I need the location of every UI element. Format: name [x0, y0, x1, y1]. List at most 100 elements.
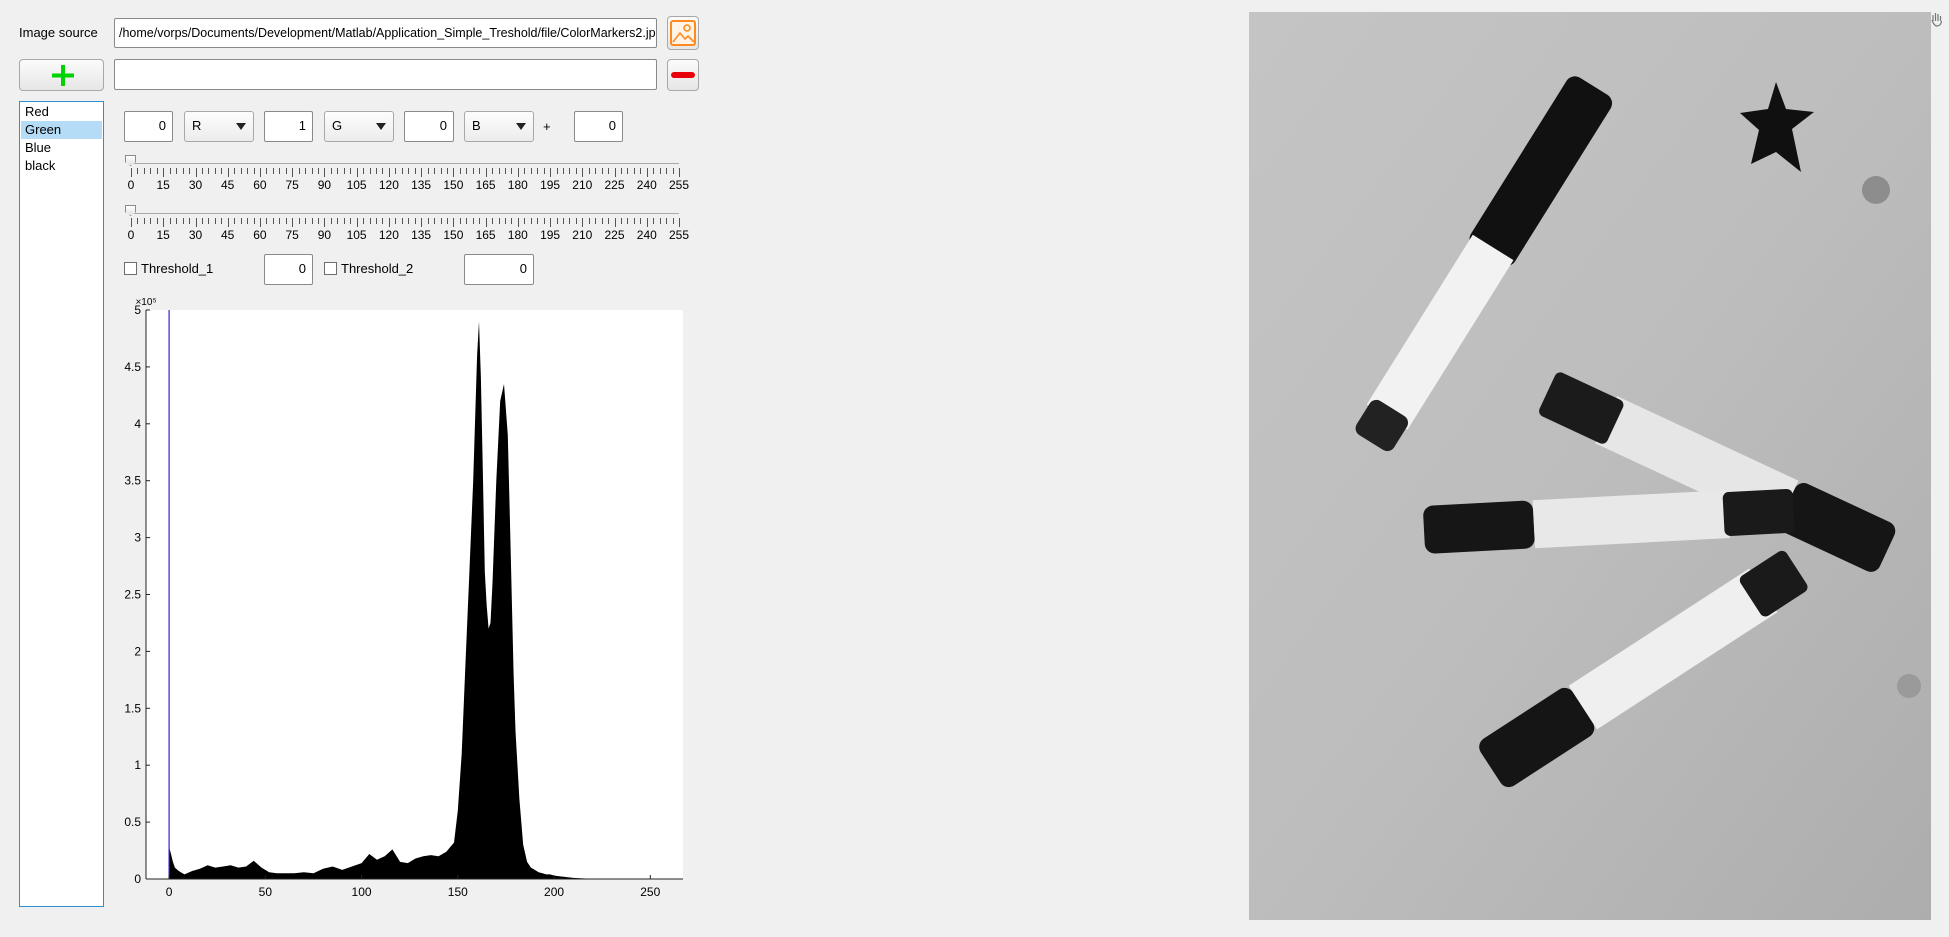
slider-tick: [350, 168, 352, 174]
y-tick-label: 0: [134, 872, 141, 886]
slider-ticks: [131, 218, 680, 228]
slider-tick: [621, 168, 622, 174]
slider-tick: [621, 218, 622, 224]
threshold-2-field[interactable]: 0: [464, 254, 534, 285]
y-tick-label: 1: [134, 758, 141, 772]
slider-tick-label: 255: [668, 178, 690, 192]
list-item-red[interactable]: Red: [21, 103, 102, 121]
coef-b-field[interactable]: 0: [404, 111, 454, 142]
slider-tick: [485, 168, 487, 177]
slider-tick-label: 195: [540, 228, 561, 242]
slider-tick: [330, 168, 332, 174]
slider-tick: [414, 218, 416, 224]
threshold-slider-1[interactable]: 0 15 30 45 60 75 90 105 120 135 150 165 180 195 210 225…: [124, 152, 689, 196]
slider-tick: [208, 168, 210, 174]
slider-tick: [434, 218, 435, 224]
dot-shape: [1862, 176, 1890, 204]
threshold-2-checkbox[interactable]: [324, 262, 337, 275]
channel-2-dropdown[interactable]: G: [324, 111, 394, 142]
slider-tick: [156, 168, 158, 174]
slider-tick: [601, 218, 603, 224]
slider-tick-labels: 0 15 30 45 60 75 90 105 120 135 150 165 180 195 210 225…: [128, 228, 689, 244]
slider-tick: [640, 168, 642, 174]
list-item-blue[interactable]: Blue: [21, 139, 102, 157]
slider-tick: [298, 218, 300, 224]
channel-3-dropdown[interactable]: B: [464, 111, 534, 142]
slider-tick: [253, 218, 255, 224]
slider-tick: [472, 218, 474, 224]
slider-tick: [608, 218, 610, 224]
channel-1-dropdown[interactable]: R: [184, 111, 254, 142]
slider-tick: [337, 168, 339, 174]
slider-tick: [595, 218, 597, 224]
threshold-slider-2[interactable]: 0 15 30 45 60 75 90 105 120 135 150 165 180 195 210 225…: [124, 202, 689, 246]
slider-ticks: [131, 168, 680, 178]
slider-tick-label: 165: [475, 178, 496, 192]
slider-tick: [363, 168, 365, 174]
slider-tick: [595, 168, 597, 174]
slider-tick: [253, 168, 255, 174]
slider-tick: [466, 168, 468, 174]
slider-tick: [614, 168, 616, 177]
add-marker-button[interactable]: [19, 59, 104, 91]
slider-tick: [343, 168, 345, 174]
marker-name-field[interactable]: [114, 59, 657, 90]
slider-tick: [511, 168, 513, 174]
slider-tick: [569, 218, 571, 224]
threshold-2-label: Threshold_2: [341, 261, 414, 276]
slider-tick: [401, 168, 403, 174]
x-tick-label: 200: [544, 885, 564, 899]
threshold-1-field[interactable]: 0: [264, 254, 313, 285]
y-tick-label: 4: [134, 417, 141, 431]
channel-3-value: B: [472, 118, 481, 133]
slider-tick-label: 210: [572, 228, 593, 242]
slider-tick: [311, 218, 313, 224]
slider-tick: [240, 168, 242, 174]
slider-tick: [511, 218, 513, 224]
coef-r-field[interactable]: 0: [124, 111, 173, 142]
plus-label: +: [543, 119, 551, 134]
slider-thumb[interactable]: [125, 155, 136, 166]
image-preview: [1249, 12, 1931, 920]
slider-tick: [382, 218, 384, 224]
slider-tick-label: 210: [572, 178, 593, 192]
slider-tick: [479, 218, 481, 224]
slider-tick: [214, 218, 216, 224]
slider-tick: [517, 218, 519, 227]
slider-tick-label: 30: [188, 178, 203, 192]
list-item-black[interactable]: black: [21, 157, 102, 175]
y-axis: 00.511.522.533.544.55: [124, 303, 150, 886]
slider-tick: [298, 168, 300, 174]
coef-g-field[interactable]: 1: [264, 111, 313, 142]
slider-tick: [369, 168, 371, 174]
slider-tick-label: 15: [156, 178, 170, 192]
slider-tick-labels: 0 15 30 45 60 75 90 105 120 135 150 165 180 195 210 225…: [128, 178, 689, 194]
remove-marker-button[interactable]: [667, 59, 699, 91]
slider-tick: [201, 218, 203, 224]
slider-tick-label: 60: [253, 178, 267, 192]
slider-tick: [337, 218, 339, 224]
slider-tick-label: 225: [604, 178, 625, 192]
browse-image-button[interactable]: [667, 16, 699, 50]
image-source-path-field[interactable]: /home/vorps/Documents/Development/Matlab…: [114, 18, 657, 48]
pan-icon[interactable]: [1931, 13, 1943, 27]
slider-tick: [318, 168, 319, 174]
slider-tick: [672, 168, 674, 174]
slider-tick: [143, 218, 145, 224]
threshold-1-checkbox[interactable]: [124, 262, 137, 275]
dropdown-arrow-icon: [516, 123, 526, 130]
slider-thumb[interactable]: [125, 205, 136, 216]
slider-tick: [492, 168, 493, 174]
slider-tick-label: 180: [507, 228, 528, 242]
slider-tick: [189, 218, 190, 224]
y-tick-label: 3.5: [124, 474, 141, 488]
list-item-green[interactable]: Green: [21, 121, 102, 139]
slider-tick: [440, 218, 442, 224]
slider-tick: [214, 168, 216, 174]
slider-tick: [388, 218, 390, 227]
slider-tick: [588, 218, 590, 224]
offset-field[interactable]: 0: [574, 111, 623, 142]
slider-tick: [137, 168, 139, 174]
marker-list[interactable]: Red Green Blue black: [19, 101, 104, 907]
image-source-label: Image source: [19, 25, 98, 40]
